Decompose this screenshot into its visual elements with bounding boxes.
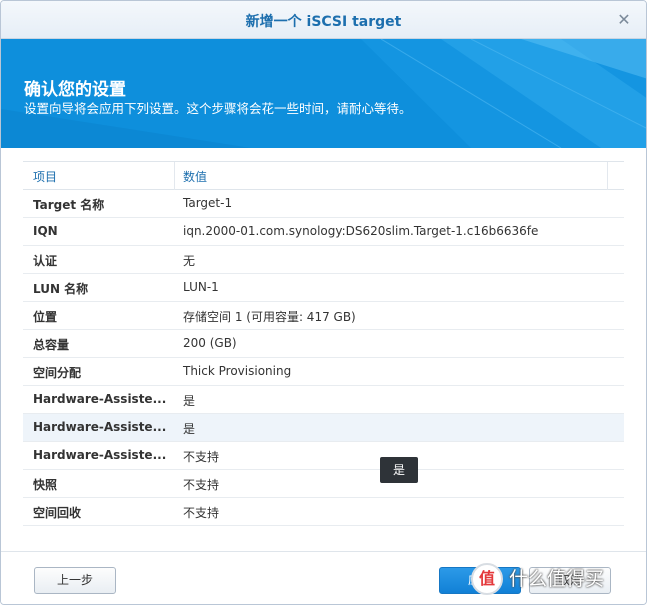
watermark-text: 什么值得买 xyxy=(509,568,605,590)
row-value: Target-1 xyxy=(183,196,233,210)
table-row[interactable]: IQN iqn.2000-01.com.synology:DS620slim.Ta… xyxy=(23,218,624,246)
column-header-item[interactable]: 项目 xyxy=(33,168,57,185)
banner-title: 确认您的设置 xyxy=(24,80,126,100)
row-key: 空间回收 xyxy=(33,506,82,520)
step-banner: 确认您的设置 设置向导将会应用下列设置。这个步骤将会花一些时间，请耐心等待。 xyxy=(1,39,646,148)
close-icon[interactable]: ✕ xyxy=(614,10,634,30)
watermark: 值 什么值得买 xyxy=(471,559,646,599)
row-key: Hardware-Assiste... xyxy=(33,420,167,434)
row-value: 不支持 xyxy=(183,506,220,520)
row-key: LUN 名称 xyxy=(33,282,89,296)
row-key: 空间分配 xyxy=(33,366,82,380)
row-key: 认证 xyxy=(33,254,58,268)
tooltip: 是 xyxy=(380,457,418,483)
table-row[interactable]: LUN 名称 LUN-1 xyxy=(23,274,624,302)
row-key: 快照 xyxy=(33,478,58,492)
row-value: 是 xyxy=(183,422,196,436)
table-row[interactable]: Hardware-Assiste... 不支持 xyxy=(23,442,624,470)
title-bar: 新增一个 iSCSI target ✕ xyxy=(1,1,646,39)
table-header: 项目 数值 xyxy=(23,162,624,190)
row-value: iqn.2000-01.com.synology:DS620slim.Targe… xyxy=(183,224,539,238)
table-row[interactable]: 认证 无 xyxy=(23,246,624,274)
row-key: IQN xyxy=(33,224,58,238)
column-divider xyxy=(607,162,608,190)
row-key: Hardware-Assiste... xyxy=(33,392,167,406)
row-key: Target 名称 xyxy=(33,198,105,212)
table-row[interactable]: 快照 不支持 xyxy=(23,470,624,498)
column-header-value[interactable]: 数值 xyxy=(183,168,207,185)
table-row[interactable]: Target 名称 Target-1 xyxy=(23,190,624,218)
row-value: Thick Provisioning xyxy=(183,364,292,378)
banner-subtitle: 设置向导将会应用下列设置。这个步骤将会花一些时间，请耐心等待。 xyxy=(24,101,412,116)
column-divider xyxy=(174,162,175,190)
table-row[interactable]: 位置 存储空间 1 (可用容量: 417 GB) xyxy=(23,302,624,330)
row-key: 总容量 xyxy=(33,338,70,352)
row-value: 不支持 xyxy=(183,450,220,464)
row-value: 存储空间 1 (可用容量: 417 GB) xyxy=(183,310,356,324)
row-key: Hardware-Assiste... xyxy=(33,448,167,462)
wizard-dialog: 新增一个 iSCSI target ✕ 确认您的设置 设置向导将会应用下列设置。… xyxy=(0,0,647,605)
watermark-logo-icon: 值 xyxy=(471,563,503,595)
table-row[interactable]: 空间回收 不支持 xyxy=(23,498,624,526)
table-row[interactable]: 空间分配 Thick Provisioning xyxy=(23,358,624,386)
dialog-title: 新增一个 iSCSI target xyxy=(245,14,402,30)
table-row[interactable]: Hardware-Assiste... 是 xyxy=(23,386,624,414)
row-value: LUN-1 xyxy=(183,280,219,294)
row-key: 位置 xyxy=(33,310,58,324)
row-value: 200 (GB) xyxy=(183,336,237,350)
previous-button[interactable]: 上一步 xyxy=(34,567,116,594)
row-value: 无 xyxy=(183,254,196,268)
row-value: 是 xyxy=(183,394,196,408)
row-value: 不支持 xyxy=(183,478,220,492)
settings-table: 项目 数值 Target 名称 Target-1 IQN iqn.2000-01.co… xyxy=(23,161,624,537)
table-row[interactable]: Hardware-Assiste... 是 xyxy=(23,414,624,442)
table-row[interactable]: 总容量 200 (GB) xyxy=(23,330,624,358)
